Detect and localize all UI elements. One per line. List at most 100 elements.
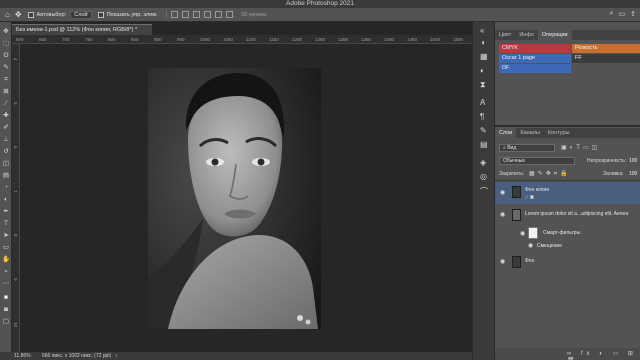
filter-offset-row[interactable]: ◉ Смещение [495,241,640,251]
filter-icons[interactable]: ▣◐T▭◫ [561,144,600,151]
tab-channels[interactable]: Каналы [516,128,544,138]
ruler-tick: 1300 [338,37,349,42]
fill-value[interactable]: 100 [629,171,637,177]
tab-color[interactable]: Цвет [495,30,515,40]
dodge-tool-icon[interactable]: ◐ [2,196,10,204]
document-image[interactable] [148,68,321,329]
brush-tool-icon[interactable]: ✐ [2,124,10,132]
layer-name[interactable]: Фон копия [525,187,549,193]
tab-layers[interactable]: Слои [495,128,517,138]
align-top-icon[interactable] [203,11,211,18]
document-tab[interactable]: Без имени-1.psd @ 112% (Фон копия, RGB/8… [12,24,152,35]
eraser-tool-icon[interactable]: ◫ [2,160,10,168]
marquee-tool-icon[interactable]: ⬚ [2,40,10,48]
document-dimensions: 666 пикс. x 1002 пикс. (72 ppi) [41,353,112,359]
home-icon[interactable]: ⌂ [5,10,10,19]
crop-tool-icon[interactable]: ⌗ [2,76,10,84]
zoom-tool-icon[interactable]: ⌕ [2,268,10,276]
layers-actions-icons[interactable]: ∞ fx ◐ ▭ ⊞ 🗑 [567,350,640,360]
layer-name[interactable]: Фон [525,258,534,264]
eye-icon[interactable]: ◉ [520,230,525,237]
filter-mask-thumbnail [528,227,538,239]
ruler-tick: 1150 [269,37,279,42]
adjustments-icon[interactable]: ◐ [480,66,485,75]
align-right-icon[interactable] [192,11,200,18]
align-middle-icon[interactable] [214,11,222,18]
zoom-readout[interactable]: 11,86% [14,353,31,359]
action-df[interactable]: DF [499,64,571,73]
libraries-icon[interactable]: ▤ [480,140,488,149]
layer-row-background[interactable]: ◉ Фон [495,252,640,272]
share-icon[interactable]: ⇪ [630,10,636,18]
stamp-tool-icon[interactable]: ⊥ [2,136,10,144]
blur-tool-icon[interactable]: ◔ [2,184,10,192]
align-center-icon[interactable] [181,11,189,18]
ruler-tick: 7 [13,190,18,193]
action-oscar-1-page[interactable]: Oscar 1 page [499,54,571,63]
channels-icon[interactable]: ◎ [480,172,487,181]
frame-tool-icon[interactable]: ⊠ [2,88,10,96]
rectangle-tool-icon[interactable]: ▭ [2,244,10,252]
tab-actions[interactable]: Операции [537,30,572,40]
eye-icon[interactable]: ◉ [500,258,505,265]
quick-mask-icon[interactable]: ◙ [2,306,10,314]
align-left-icon[interactable] [170,11,178,18]
options-right-icons: ⌕ ▭ ⇪ [610,10,636,18]
layer-name[interactable]: Lorem ipsum dolor sit a...adipiscing eli… [525,211,628,217]
quick-select-tool-icon[interactable]: ✎ [2,64,10,72]
brushes-icon[interactable]: ✎ [480,126,487,135]
filter-name[interactable]: Смещение [537,243,562,249]
more-tools-icon[interactable]: ⋯ [2,280,10,288]
layers-icon[interactable]: ◈ [480,158,486,167]
pen-tool-icon[interactable]: ✒ [2,208,10,216]
auto-select-checkbox[interactable] [27,11,34,18]
collapse-icon[interactable]: « [480,26,484,35]
history-brush-icon[interactable]: ↺ [2,148,10,156]
horizontal-ruler: 600 650 700 750 800 850 900 950 1000 105… [12,37,472,44]
right-panel: Цвет Инфо Операции CMYK Резкость Oscar 1… [495,22,640,360]
action-ff[interactable]: FF [572,54,640,63]
auto-select-dropdown[interactable]: Слой [70,10,92,19]
panel-divider [495,125,640,127]
ruler-tick: 1250 [315,37,326,42]
screen-mode-icon[interactable]: ▢ [2,318,10,326]
path-select-tool-icon[interactable]: ➤ [2,232,10,240]
paragraph-icon[interactable]: ¶ [480,112,484,121]
move-tool-icon[interactable]: ✥ [2,28,10,36]
layer-row-text[interactable]: ◉ Lorem ipsum dolor sit a...adipiscing e… [495,205,640,225]
history-icon[interactable]: ⧗ [480,80,486,90]
action-cmyk[interactable]: CMYK [499,44,571,53]
layers-bottom-bar: ∞ fx ◐ ▭ ⊞ 🗑 [495,348,640,360]
eye-icon[interactable]: ◉ [528,242,533,249]
tab-info[interactable]: Инфо [515,30,538,40]
chevron-right-icon[interactable]: › [116,353,118,359]
swatches-icon[interactable]: ▦ [480,52,488,61]
gradient-tool-icon[interactable]: ▤ [2,172,10,180]
type-tool-icon[interactable]: T [2,220,10,228]
show-transform-checkbox[interactable] [97,11,104,18]
workspace-icon[interactable]: ▭ [619,10,626,18]
color-panel-icon[interactable]: ◑ [480,38,485,47]
eyedropper-tool-icon[interactable]: ⁄ [2,100,10,108]
smart-filters-row[interactable]: ◉ Смарт-фильтры [495,226,640,240]
eye-icon[interactable]: ◉ [500,211,505,218]
search-icon[interactable]: ⌕ [610,10,614,18]
tab-paths[interactable]: Контуры [544,128,574,138]
options-bar: ⌂ ✥ Автовыбор: Слой Показать упр. элем. … [0,8,640,22]
healing-brush-icon[interactable]: ✚ [2,112,10,120]
hand-tool-icon[interactable]: ✋ [2,256,10,264]
paths-icon[interactable]: ⌒ [480,186,488,197]
eye-icon[interactable]: ◉ [500,189,505,196]
align-bottom-icon[interactable] [225,11,233,18]
lock-icons[interactable]: ▦✎✥⌗🔒 [529,170,571,178]
layer-row-bg-copy[interactable]: ◉ Фон копия ⟋ ▣ [495,182,640,204]
layer-filter-dropdown[interactable]: ⌕ Вид [499,144,555,152]
opacity-value[interactable]: 100 [629,158,637,164]
action-sharpness[interactable]: Резкость [572,44,640,53]
move-tool-icon[interactable]: ✥ [15,10,22,19]
foreground-color-icon[interactable]: ■ [2,294,10,302]
lasso-tool-icon[interactable]: ʘ [2,52,10,60]
layer-thumbnail [512,209,521,221]
character-icon[interactable]: A [480,98,485,107]
blend-mode-dropdown[interactable]: Обычные [499,157,575,165]
